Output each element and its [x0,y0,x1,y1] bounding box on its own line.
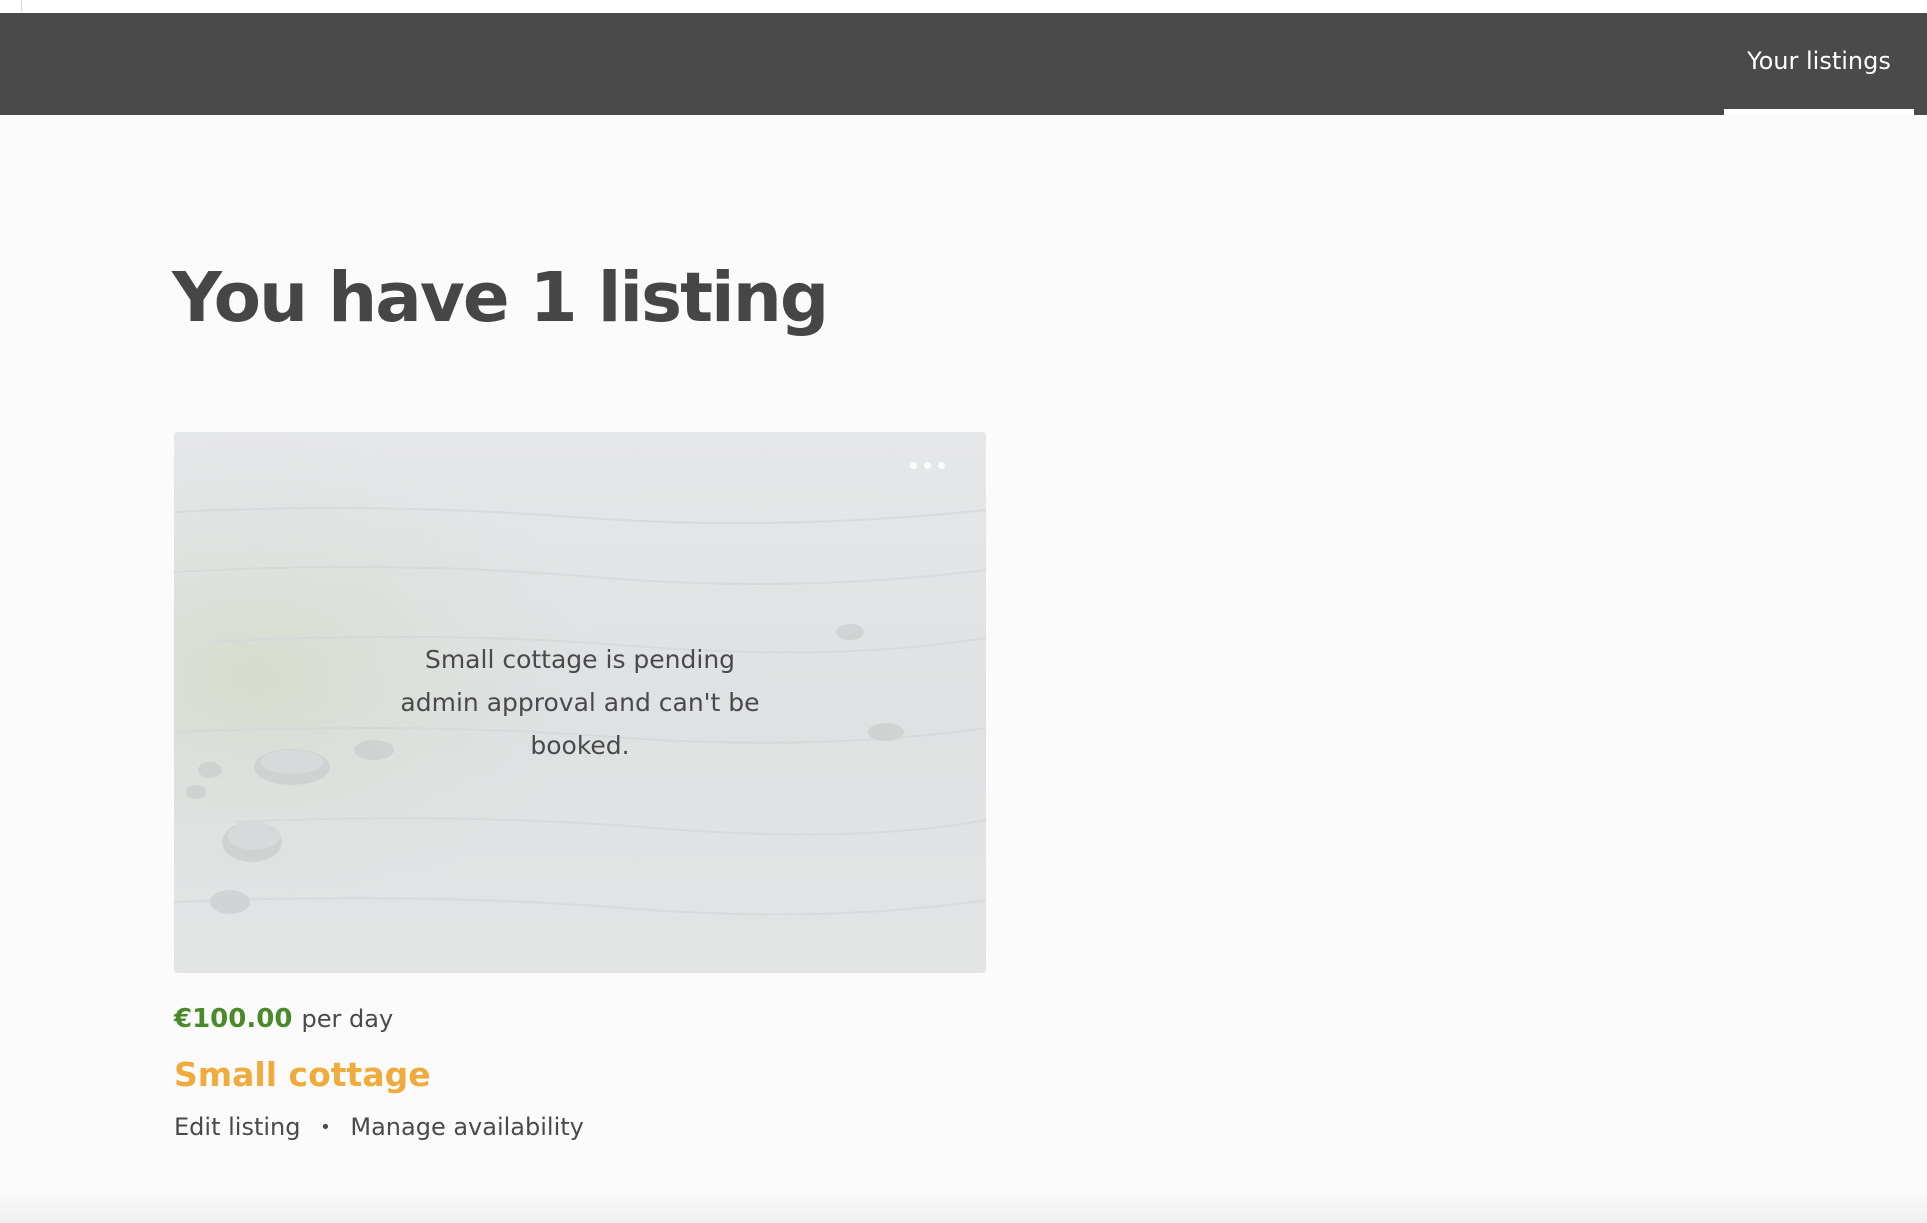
actions-separator: • [320,1117,331,1138]
listing-actions: Edit listing • Manage availability [174,1113,584,1141]
manage-availability-link[interactable]: Manage availability [350,1113,583,1141]
tab-your-listings[interactable]: Your listings [1724,13,1914,115]
pending-approval-overlay: Small cottage is pending admin approval … [174,638,986,767]
active-tab-indicator [1724,109,1914,115]
price-unit: per day [301,1005,394,1033]
price-value: €100.00 [174,1004,293,1034]
listing-price: €100.00 per day [174,1004,393,1034]
edit-listing-link[interactable]: Edit listing [174,1113,300,1141]
more-options-icon[interactable] [908,456,948,474]
divider [21,0,22,12]
top-navigation-bar: Your listings [0,13,1927,115]
listing-title-link[interactable]: Small cottage [174,1055,431,1094]
pending-approval-message: Small cottage is pending admin approval … [400,645,760,760]
listing-image[interactable]: Small cottage is pending admin approval … [174,432,986,973]
footer-shadow [0,1190,1927,1223]
page-title: You have 1 listing [172,258,829,338]
browser-top-strip [0,0,1927,13]
page: Your listings You have 1 listing Small c… [0,0,1927,1223]
tab-your-listings-label: Your listings [1747,47,1891,75]
